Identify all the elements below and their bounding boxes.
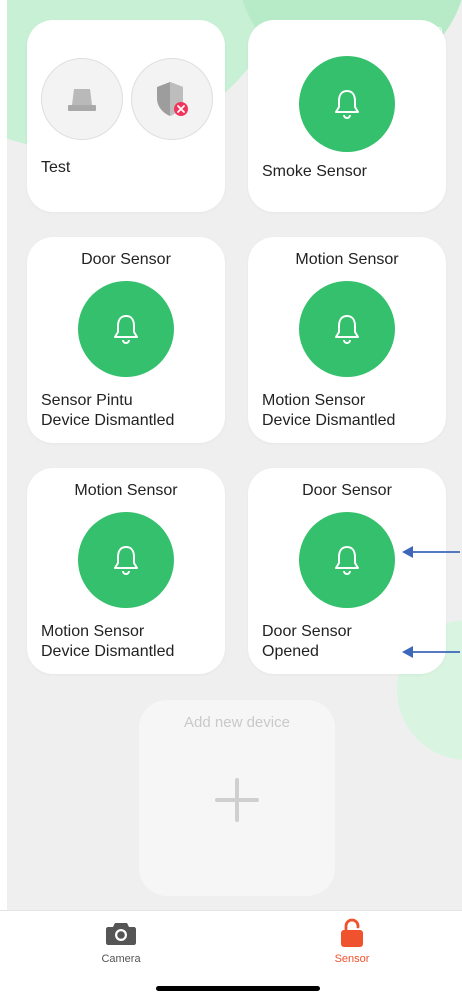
sensor-screen: 10:41 Test Smoke Sensor Door Sensor Sens… xyxy=(7,0,462,910)
bell-icon xyxy=(335,546,359,575)
alarm-bell-button[interactable] xyxy=(78,281,174,377)
battery-icon xyxy=(418,27,442,40)
sensor-status: Motion Sensor Device Dismantled xyxy=(41,622,174,662)
tab-label: Camera xyxy=(101,953,141,965)
sensor-status: Smoke Sensor xyxy=(262,162,367,182)
sensor-title: Motion Sensor xyxy=(74,482,178,499)
disarm-button[interactable] xyxy=(131,58,213,140)
status-line: Device Dismantled xyxy=(41,412,175,429)
sensor-status: Door Sensor Opened xyxy=(262,622,352,662)
status-line: Test xyxy=(41,159,71,176)
status-icons xyxy=(370,27,442,40)
annotation-arrow xyxy=(402,546,460,558)
add-device-card[interactable]: Add new device xyxy=(139,700,335,896)
sensor-status: Motion Sensor Device Dismantled xyxy=(262,391,395,431)
sensor-card-motion-1[interactable]: Motion Sensor Motion Sensor Device Disma… xyxy=(248,237,446,443)
wifi-icon xyxy=(394,27,412,40)
status-time: 10:41 xyxy=(45,26,90,45)
cellular-signal-icon xyxy=(370,27,388,40)
lock-icon xyxy=(341,918,363,947)
annotation-arrow xyxy=(402,646,460,658)
tab-sensor[interactable]: Sensor xyxy=(307,918,397,965)
status-line: Opened xyxy=(262,643,319,660)
sensor-card-motion-2[interactable]: Motion Sensor Motion Sensor Device Disma… xyxy=(27,468,225,674)
alarm-bell-button[interactable] xyxy=(299,56,395,152)
alarm-bell-button[interactable] xyxy=(299,281,395,377)
sensor-title: Motion Sensor xyxy=(295,251,399,268)
home-indicator xyxy=(156,986,320,991)
sensor-status: Test xyxy=(41,158,70,178)
status-line: Motion Sensor xyxy=(262,392,366,409)
alarm-siren-icon xyxy=(68,89,96,111)
bell-icon xyxy=(335,90,359,119)
sensor-card-door-pintu[interactable]: Door Sensor Sensor Pintu Device Dismantl… xyxy=(27,237,225,443)
sensor-title: Door Sensor xyxy=(302,482,392,499)
status-line: Device Dismantled xyxy=(41,643,175,660)
bell-icon xyxy=(114,315,138,344)
bell-icon xyxy=(335,315,359,344)
sensor-status: Sensor Pintu Device Dismantled xyxy=(41,391,174,431)
bell-icon xyxy=(114,546,138,575)
status-line: Door Sensor xyxy=(262,623,352,640)
add-device-label: Add new device xyxy=(184,714,290,731)
status-line: Motion Sensor xyxy=(41,623,145,640)
alarm-bell-button[interactable] xyxy=(78,512,174,608)
tab-camera[interactable]: Camera xyxy=(76,919,166,965)
shield-disarm-icon xyxy=(157,82,188,116)
plus-icon xyxy=(215,778,259,822)
status-bar: 10:41 xyxy=(7,0,462,70)
alarm-siren-button[interactable] xyxy=(41,58,123,140)
tab-label: Sensor xyxy=(334,953,370,965)
alarm-bell-button[interactable] xyxy=(299,512,395,608)
status-line: Sensor Pintu xyxy=(41,392,133,409)
sensor-title: Door Sensor xyxy=(81,251,171,268)
tab-bar: Camera Sensor xyxy=(0,910,462,993)
status-line: Smoke Sensor xyxy=(262,163,367,180)
camera-icon xyxy=(106,923,136,945)
status-line: Device Dismantled xyxy=(262,412,396,429)
